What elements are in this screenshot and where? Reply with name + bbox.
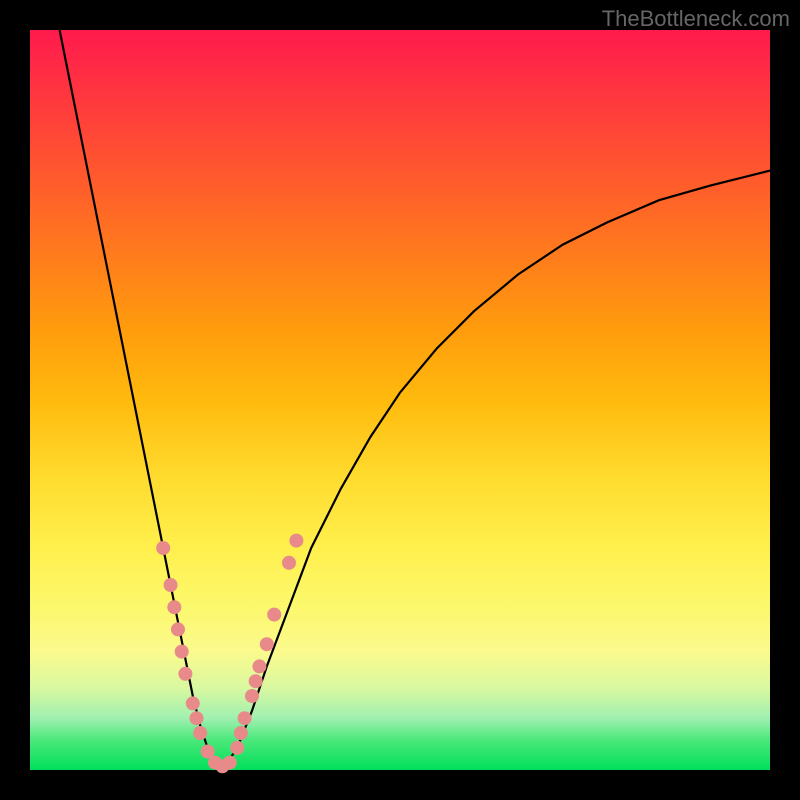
- data-point: [175, 645, 189, 659]
- chart-frame: TheBottleneck.com: [0, 0, 800, 800]
- plot-area: [30, 30, 770, 770]
- data-point: [267, 608, 281, 622]
- data-point: [252, 659, 266, 673]
- data-point: [156, 541, 170, 555]
- curve-right-path: [222, 171, 770, 770]
- data-point: [260, 637, 274, 651]
- data-point: [238, 711, 252, 725]
- data-point: [167, 600, 181, 614]
- data-point: [193, 726, 207, 740]
- data-point: [178, 667, 192, 681]
- data-point: [164, 578, 178, 592]
- data-point-group: [156, 534, 303, 774]
- data-point: [289, 534, 303, 548]
- data-point: [186, 696, 200, 710]
- watermark-text: TheBottleneck.com: [602, 6, 790, 32]
- data-point: [234, 726, 248, 740]
- data-point: [282, 556, 296, 570]
- data-point: [230, 741, 244, 755]
- data-point: [223, 756, 237, 770]
- data-point: [249, 674, 263, 688]
- data-point: [190, 711, 204, 725]
- curve-left-path: [60, 30, 223, 770]
- bottleneck-curve: [30, 30, 770, 770]
- data-point: [245, 689, 259, 703]
- data-point: [171, 622, 185, 636]
